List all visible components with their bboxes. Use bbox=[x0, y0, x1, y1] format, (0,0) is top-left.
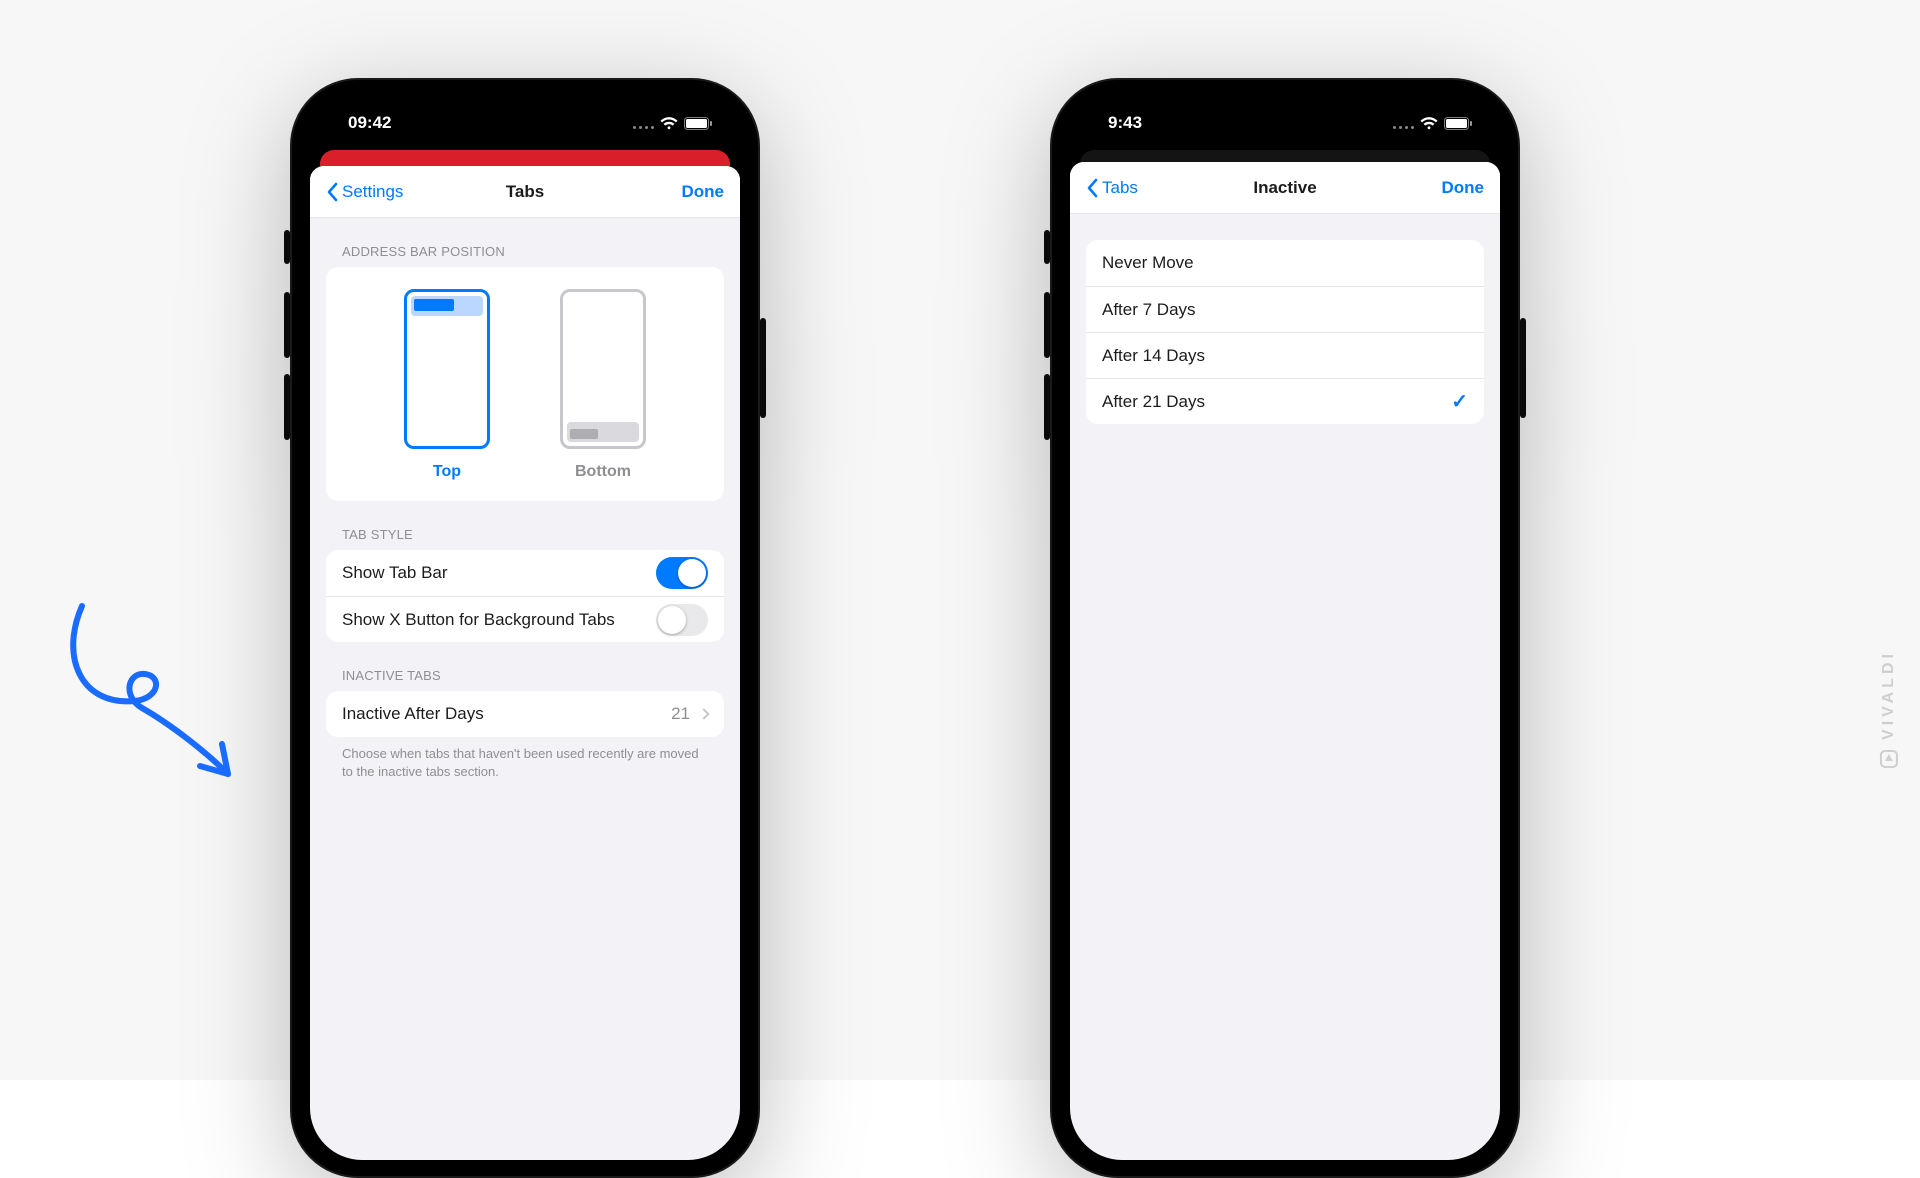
battery-icon bbox=[1444, 117, 1472, 130]
option-after-7-days[interactable]: After 7 Days bbox=[1086, 286, 1484, 332]
status-indicators bbox=[1393, 117, 1472, 130]
option-label: Never Move bbox=[1102, 253, 1194, 273]
status-time: 09:42 bbox=[348, 113, 391, 133]
inactive-tabs-footer: Choose when tabs that haven't been used … bbox=[310, 737, 740, 781]
row-show-tab-bar[interactable]: Show Tab Bar bbox=[326, 550, 724, 596]
status-bar: 9:43 bbox=[1070, 96, 1500, 150]
row-inactive-value: 21 bbox=[671, 704, 690, 724]
nav-back-label: Tabs bbox=[1102, 178, 1138, 198]
address-bar-mock-bottom bbox=[560, 289, 646, 449]
wifi-icon bbox=[660, 117, 678, 130]
row-show-tab-bar-label: Show Tab Bar bbox=[342, 563, 448, 583]
switch-show-x-button[interactable] bbox=[656, 604, 708, 636]
nav-back-button[interactable]: Tabs bbox=[1086, 178, 1138, 198]
settings-sheet: Tabs Inactive Done Never Move After 7 Da… bbox=[1070, 162, 1500, 1160]
phone-power-button bbox=[1520, 318, 1526, 418]
row-inactive-label: Inactive After Days bbox=[342, 704, 484, 724]
inactive-tabs-card: Inactive After Days 21 bbox=[326, 691, 724, 737]
phone-inactive-options: 9:43 Tabs Inactive D bbox=[1050, 78, 1520, 1178]
nav-bar: Tabs Inactive Done bbox=[1070, 162, 1500, 214]
option-never-move[interactable]: Never Move bbox=[1086, 240, 1484, 286]
sheet-background-red bbox=[320, 150, 730, 166]
phone-body: 9:43 Tabs Inactive D bbox=[1050, 78, 1520, 1178]
address-bar-option-top-label: Top bbox=[433, 463, 461, 481]
phone-screen: 9:43 Tabs Inactive D bbox=[1070, 96, 1500, 1160]
tab-style-card: Show Tab Bar Show X Button for Backgroun… bbox=[326, 550, 724, 642]
switch-show-tab-bar[interactable] bbox=[656, 557, 708, 589]
row-show-x-button[interactable]: Show X Button for Background Tabs bbox=[326, 596, 724, 642]
status-time: 9:43 bbox=[1108, 113, 1142, 133]
settings-content: Never Move After 7 Days After 14 Days Af… bbox=[1070, 240, 1500, 464]
arrow-doodle bbox=[50, 596, 270, 816]
settings-sheet: Settings Tabs Done ADDRESS BAR POSITION bbox=[310, 166, 740, 1160]
address-bar-mock-top bbox=[404, 289, 490, 449]
chevron-left-icon bbox=[1086, 178, 1098, 198]
vivaldi-logo-icon bbox=[1880, 750, 1898, 768]
address-bar-option-bottom[interactable]: Bottom bbox=[560, 289, 646, 481]
nav-bar: Settings Tabs Done bbox=[310, 166, 740, 218]
vivaldi-watermark: VIVALDI bbox=[1880, 650, 1898, 768]
section-header-address-bar: ADDRESS BAR POSITION bbox=[310, 218, 740, 267]
checkmark-icon: ✓ bbox=[1451, 389, 1468, 414]
wifi-icon bbox=[1420, 117, 1438, 130]
chevron-right-icon bbox=[698, 708, 709, 719]
phone-screen: 09:42 Settings Tabs bbox=[310, 96, 740, 1160]
cellular-icon bbox=[633, 117, 654, 129]
chevron-left-icon bbox=[326, 182, 338, 202]
inactive-options-card: Never Move After 7 Days After 14 Days Af… bbox=[1086, 240, 1484, 424]
section-header-inactive-tabs: INACTIVE TABS bbox=[310, 642, 740, 691]
option-label: After 14 Days bbox=[1102, 346, 1205, 366]
phone-tabs-settings: 09:42 Settings Tabs bbox=[290, 78, 760, 1178]
option-label: After 7 Days bbox=[1102, 300, 1196, 320]
phone-body: 09:42 Settings Tabs bbox=[290, 78, 760, 1178]
battery-icon bbox=[684, 117, 712, 130]
nav-done-button[interactable]: Done bbox=[682, 182, 725, 202]
row-inactive-after-days[interactable]: Inactive After Days 21 bbox=[326, 691, 724, 737]
nav-done-button[interactable]: Done bbox=[1442, 178, 1485, 198]
address-bar-options: Top Bottom bbox=[326, 267, 724, 501]
address-bar-option-bottom-label: Bottom bbox=[575, 463, 631, 481]
status-bar: 09:42 bbox=[310, 96, 740, 150]
status-indicators bbox=[633, 117, 712, 130]
option-after-14-days[interactable]: After 14 Days bbox=[1086, 332, 1484, 378]
cellular-icon bbox=[1393, 117, 1414, 129]
address-bar-option-top[interactable]: Top bbox=[404, 289, 490, 481]
canvas: 09:42 Settings Tabs bbox=[0, 0, 1920, 1080]
nav-back-button[interactable]: Settings bbox=[326, 182, 403, 202]
section-header-tab-style: TAB STYLE bbox=[310, 501, 740, 550]
phone-power-button bbox=[760, 318, 766, 418]
address-bar-card: Top Bottom bbox=[326, 267, 724, 501]
settings-content: ADDRESS BAR POSITION Top Bottom bbox=[310, 218, 740, 821]
row-inactive-trail: 21 bbox=[671, 704, 708, 724]
nav-back-label: Settings bbox=[342, 182, 403, 202]
option-after-21-days[interactable]: After 21 Days ✓ bbox=[1086, 378, 1484, 424]
vivaldi-watermark-text: VIVALDI bbox=[1880, 650, 1898, 740]
option-label: After 21 Days bbox=[1102, 392, 1205, 412]
row-show-x-button-label: Show X Button for Background Tabs bbox=[342, 610, 615, 630]
